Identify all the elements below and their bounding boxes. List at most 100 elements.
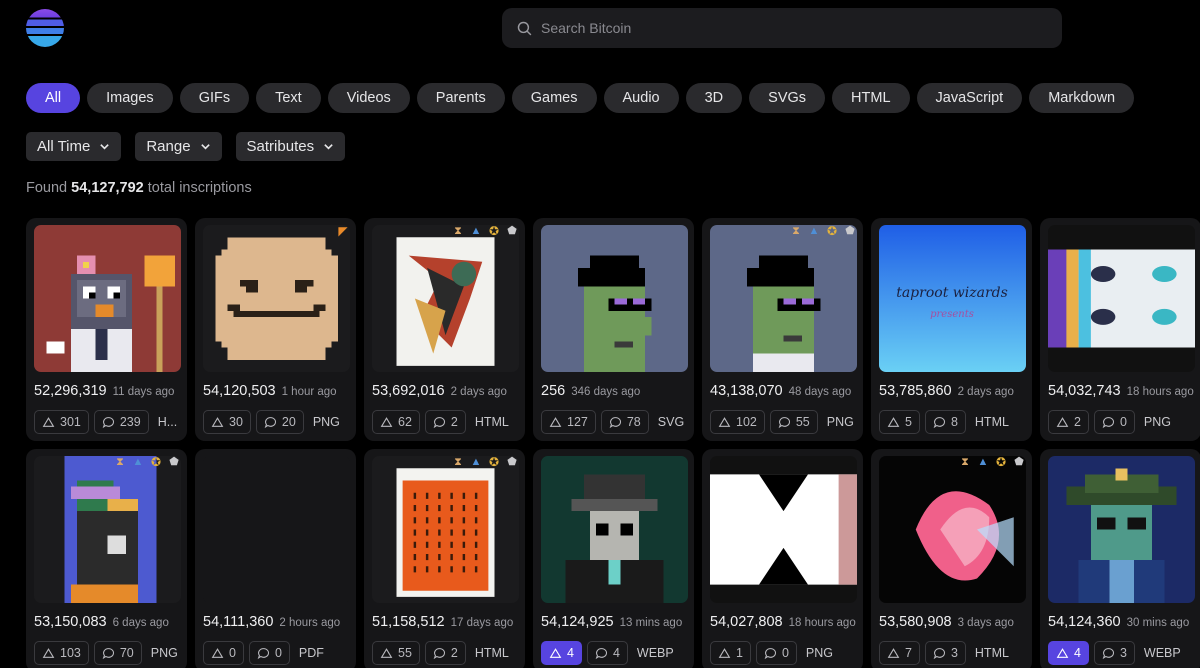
inscription-thumbnail[interactable]	[34, 225, 181, 372]
inscription-card[interactable]: 52,296,319 11 days ago 301 239 H...	[26, 218, 187, 441]
inscription-number[interactable]: 54,111,360	[203, 614, 273, 630]
inscription-card[interactable]: ⧗ ▲ ✪ ⬟ 53,150,083 6 days ago 103 70 PNG	[26, 449, 187, 668]
inscription-number[interactable]: 54,032,743	[1048, 383, 1121, 399]
inscription-card[interactable]: 256 346 days ago 127 78 SVG	[533, 218, 694, 441]
like-button[interactable]: 55	[372, 641, 420, 665]
comment-button[interactable]: 0	[1093, 410, 1135, 434]
inscription-number[interactable]: 51,158,512	[372, 614, 445, 630]
comment-button[interactable]: 2	[424, 410, 466, 434]
inscription-age: 11 days ago	[112, 386, 175, 398]
inscription-thumbnail[interactable]	[710, 456, 857, 603]
inscription-thumbnail[interactable]	[372, 456, 519, 603]
inscription-card[interactable]: 54,032,743 18 hours ago 2 0 PNG	[1040, 218, 1200, 441]
inscription-card[interactable]: ⧗ ▲ ✪ ⬟ 43,138,070 48 days ago 102 55 PNG	[702, 218, 863, 441]
comment-button[interactable]: 70	[93, 641, 142, 665]
inscription-thumbnail[interactable]	[879, 456, 1026, 603]
filter-svgs[interactable]: SVGs	[749, 83, 826, 113]
inscription-thumbnail[interactable]	[710, 225, 857, 372]
inscription-number[interactable]: 43,138,070	[710, 383, 783, 399]
filter-text[interactable]: Text	[256, 83, 321, 113]
filter-videos[interactable]: Videos	[327, 83, 410, 113]
inscription-number[interactable]: 54,027,808	[710, 614, 783, 630]
comment-count: 70	[119, 646, 134, 660]
comment-button[interactable]: 78	[600, 410, 649, 434]
inscription-number[interactable]: 53,692,016	[372, 383, 445, 399]
comment-icon	[433, 416, 446, 429]
inscription-number[interactable]: 54,124,360	[1048, 614, 1121, 630]
filter-markdown[interactable]: Markdown	[1029, 83, 1135, 113]
like-button[interactable]: 0	[203, 641, 244, 665]
comment-button[interactable]: 20	[255, 410, 304, 434]
inscription-number[interactable]: 52,296,319	[34, 383, 107, 399]
filter-javascript[interactable]: JavaScript	[916, 83, 1023, 113]
inscription-thumbnail[interactable]	[372, 225, 519, 372]
comment-button[interactable]: 0	[248, 641, 290, 665]
filter-3d[interactable]: 3D	[685, 83, 743, 113]
range-dropdown[interactable]: Range	[135, 132, 222, 161]
badge-row: ⧗ ▲ ✪ ⬟	[789, 224, 857, 238]
inscription-card[interactable]: ⧗ ▲ ✪ ⬟ 53,692,016 2 days ago 62 2 HTML	[364, 218, 525, 441]
comment-button[interactable]: 0	[755, 641, 797, 665]
like-button[interactable]: 5	[879, 410, 920, 434]
comment-button[interactable]: 239	[93, 410, 149, 434]
inscription-thumbnail[interactable]	[203, 225, 350, 372]
inscription-meta: 256 346 days ago	[541, 383, 640, 399]
filter-parents[interactable]: Parents	[416, 83, 505, 113]
like-button[interactable]: 2	[1048, 410, 1089, 434]
search-input[interactable]	[541, 20, 1021, 36]
inscription-number[interactable]: 54,124,925	[541, 614, 614, 630]
inscription-meta: 51,158,512 17 days ago	[372, 614, 513, 630]
inscription-card[interactable]: 54,027,808 18 hours ago 1 0 PNG	[702, 449, 863, 668]
award-icon: ✪	[826, 224, 838, 238]
inscription-thumbnail[interactable]	[34, 456, 181, 603]
inscription-card[interactable]: 54,111,360 2 hours ago 0 0 PDF	[195, 449, 356, 668]
inscription-thumbnail[interactable]	[541, 225, 688, 372]
inscription-card[interactable]: ◤ 54,120,503 1 hour ago 30 20 PNG	[195, 218, 356, 441]
like-button[interactable]: 103	[34, 641, 89, 665]
search-bar[interactable]	[502, 8, 1062, 48]
satributes-dropdown[interactable]: Satributes	[235, 132, 346, 161]
filter-audio[interactable]: Audio	[603, 83, 679, 113]
inscription-number[interactable]: 53,785,860	[879, 383, 952, 399]
filter-html[interactable]: HTML	[832, 83, 910, 113]
like-button[interactable]: 62	[372, 410, 420, 434]
like-button[interactable]: 1	[710, 641, 751, 665]
inscription-number[interactable]: 53,150,083	[34, 614, 107, 630]
content-type: HTML	[474, 415, 509, 429]
comment-button[interactable]: 55	[769, 410, 818, 434]
comment-icon	[264, 416, 277, 429]
app-logo[interactable]	[26, 9, 64, 47]
inscription-thumbnail[interactable]	[541, 456, 688, 603]
filter-all[interactable]: All	[26, 83, 81, 113]
inscription-thumbnail[interactable]	[1048, 225, 1195, 372]
comment-button[interactable]: 8	[924, 410, 966, 434]
comment-button[interactable]: 2	[424, 641, 466, 665]
comment-button[interactable]: 4	[586, 641, 628, 665]
inscription-number[interactable]: 53,580,908	[879, 614, 952, 630]
like-button[interactable]: 301	[34, 410, 89, 434]
inscription-thumbnail[interactable]	[203, 456, 350, 603]
like-button[interactable]: 4	[1048, 641, 1089, 665]
like-icon	[211, 416, 224, 429]
inscription-number[interactable]: 54,120,503	[203, 383, 276, 399]
filter-images[interactable]: Images	[87, 83, 173, 113]
inscription-card[interactable]: ⧗ ▲ ✪ ⬟ 53,580,908 3 days ago 7 3 HTML	[871, 449, 1032, 668]
like-button[interactable]: 30	[203, 410, 251, 434]
inscription-number[interactable]: 256	[541, 383, 565, 399]
comment-button[interactable]: 3	[924, 641, 966, 665]
time-dropdown[interactable]: All Time	[26, 132, 122, 161]
like-button[interactable]: 102	[710, 410, 765, 434]
like-button[interactable]: 127	[541, 410, 596, 434]
like-button[interactable]: 7	[879, 641, 920, 665]
inscription-card[interactable]: ⧗ ▲ ✪ ⬟ 51,158,512 17 days ago 55 2 HTML	[364, 449, 525, 668]
inscription-card[interactable]: taproot wizards presents 53,785,860 2 days …	[871, 218, 1032, 441]
inscription-thumbnail[interactable]: taproot wizards presents	[879, 225, 1026, 372]
filter-gifs[interactable]: GIFs	[179, 83, 250, 113]
inscription-card[interactable]: 54,124,360 30 mins ago 4 3 WEBP	[1040, 449, 1200, 668]
filter-games[interactable]: Games	[511, 83, 597, 113]
hourglass-icon: ⧗	[792, 224, 800, 237]
comment-button[interactable]: 3	[1093, 641, 1135, 665]
inscription-card[interactable]: 54,124,925 13 mins ago 4 4 WEBP	[533, 449, 694, 668]
inscription-thumbnail[interactable]	[1048, 456, 1195, 603]
like-button[interactable]: 4	[541, 641, 582, 665]
